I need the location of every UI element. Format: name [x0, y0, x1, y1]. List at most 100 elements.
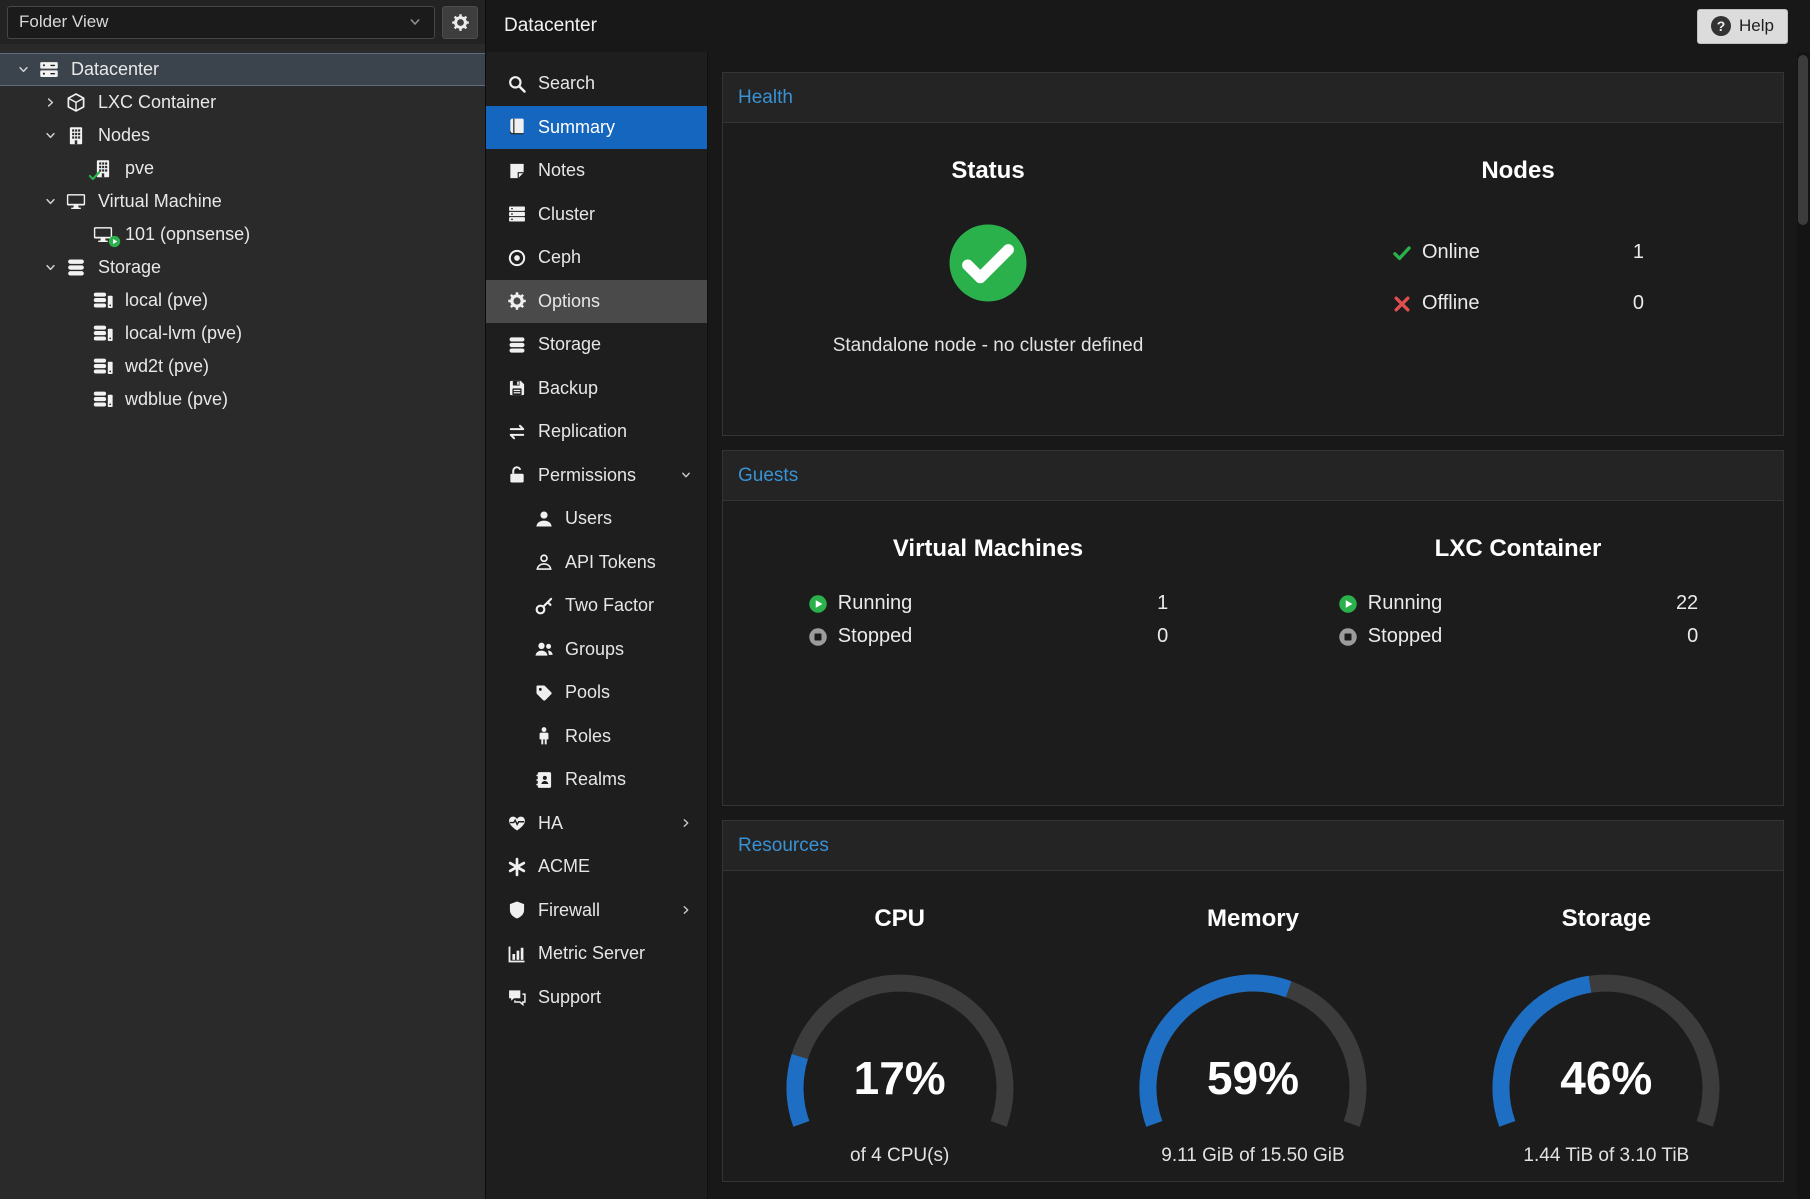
tree-expander-virtual-machine[interactable] — [37, 194, 63, 209]
resource-storage: Storage46%1.44 TiB of 3.10 TiB — [1430, 871, 1783, 1181]
tree-item-local-pve[interactable]: local (pve) — [0, 284, 485, 317]
nav-item-storage[interactable]: Storage — [486, 323, 707, 367]
caret-right-icon — [43, 95, 58, 110]
floppy-icon — [507, 378, 527, 398]
tree-item-101-opnsense[interactable]: 101 (opnsense) — [0, 218, 485, 251]
nav-item-realms[interactable]: Realms — [486, 758, 707, 802]
nav-item-metric-server[interactable]: Metric Server — [486, 932, 707, 976]
comments-icon — [507, 987, 527, 1007]
nav-item-groups[interactable]: Groups — [486, 628, 707, 672]
play-circle-icon — [808, 594, 828, 614]
tree-expander-nodes[interactable] — [37, 128, 63, 143]
guest-status-label: Stopped — [838, 625, 913, 648]
check-icon — [88, 169, 101, 182]
tree-item-label: Virtual Machine — [98, 191, 222, 212]
tree-item-datacenter[interactable]: Datacenter — [0, 53, 485, 86]
guest-status-label: Running — [838, 592, 913, 615]
tree-settings-button[interactable] — [442, 6, 478, 39]
resource-title: Storage — [1562, 905, 1651, 933]
chart-icon — [506, 944, 527, 964]
guests-panel-title: Guests — [738, 465, 798, 487]
gear-icon — [451, 13, 470, 32]
database-drive-icon — [92, 389, 114, 410]
database-drive-icon — [92, 356, 114, 377]
guest-group-title: Virtual Machines — [893, 535, 1083, 563]
resource-tree-panel: Folder View Datacenter LXC Container Nodes… — [0, 0, 486, 1199]
scrollbar-thumb[interactable] — [1798, 55, 1808, 225]
nav-item-pools[interactable]: Pools — [486, 671, 707, 715]
nav-item-firewall[interactable]: Firewall — [486, 889, 707, 933]
nav-item-api-tokens[interactable]: API Tokens — [486, 541, 707, 585]
tree-item-storage[interactable]: Storage — [0, 251, 485, 284]
nav-item-ceph[interactable]: Ceph — [486, 236, 707, 280]
nav-item-search[interactable]: Search — [486, 62, 707, 106]
display-icon — [65, 191, 89, 212]
view-mode-select[interactable]: Folder View — [7, 6, 435, 39]
tree-expander-storage[interactable] — [37, 260, 63, 275]
tree-item-pve[interactable]: pve — [0, 152, 485, 185]
tree-expander-lxc-container[interactable] — [37, 95, 63, 110]
nav-item-label: Search — [538, 73, 595, 94]
play-circle-icon — [1338, 594, 1358, 614]
nav-item-cluster[interactable]: Cluster — [486, 193, 707, 237]
tree-item-label: local-lvm (pve) — [125, 323, 242, 344]
comments-icon — [506, 987, 527, 1007]
database-drive-icon — [92, 389, 116, 410]
nav-item-two-factor[interactable]: Two Factor — [486, 584, 707, 628]
nav-item-ha[interactable]: HA — [486, 802, 707, 846]
tree-item-virtual-machine[interactable]: Virtual Machine — [0, 185, 485, 218]
tree-item-label: local (pve) — [125, 290, 208, 311]
tree-expander-datacenter[interactable] — [10, 62, 36, 77]
xmark-icon — [1392, 294, 1412, 314]
nav-item-label: Pools — [565, 682, 610, 703]
tag-icon — [533, 683, 554, 703]
burst-icon — [506, 857, 527, 877]
guest-status-rows: Running1Stopped0 — [808, 587, 1168, 653]
nav-item-support[interactable]: Support — [486, 976, 707, 1020]
tree-item-wd2t-pve[interactable]: wd2t (pve) — [0, 350, 485, 383]
nav-item-label: Metric Server — [538, 943, 645, 964]
building-icon — [65, 125, 89, 146]
users-icon — [533, 639, 554, 659]
stop-circle-icon — [1338, 627, 1358, 647]
guest-status-row-stopped: Stopped0 — [808, 620, 1168, 653]
nav-item-summary[interactable]: Summary — [486, 106, 707, 150]
gauge-percent: 46% — [1456, 1051, 1756, 1105]
cube-icon — [65, 92, 89, 113]
tree-item-label: Nodes — [98, 125, 150, 146]
database-icon — [507, 335, 527, 355]
tree-item-local-lvm-pve[interactable]: local-lvm (pve) — [0, 317, 485, 350]
help-button[interactable]: ? Help — [1697, 9, 1788, 44]
node-status-label: Offline — [1422, 292, 1479, 315]
resource-memory: Memory59%9.11 GiB of 15.50 GiB — [1076, 871, 1429, 1181]
tree-item-wdblue-pve[interactable]: wdblue (pve) — [0, 383, 485, 416]
cluster-icon — [507, 204, 527, 224]
nav-item-label: Support — [538, 987, 601, 1008]
resource-caption: of 4 CPU(s) — [850, 1145, 949, 1167]
nav-item-backup[interactable]: Backup — [486, 367, 707, 411]
nav-item-replication[interactable]: Replication — [486, 410, 707, 454]
tree-item-nodes[interactable]: Nodes — [0, 119, 485, 152]
guests-panel-body: Virtual MachinesRunning1Stopped0LXC Cont… — [723, 501, 1783, 805]
user-o-icon — [533, 552, 554, 572]
nav-item-options[interactable]: Options — [486, 280, 707, 324]
status-message: Standalone node - no cluster defined — [833, 335, 1144, 357]
nav-item-permissions[interactable]: Permissions — [486, 454, 707, 498]
nav-item-users[interactable]: Users — [486, 497, 707, 541]
cube-icon — [65, 92, 87, 113]
nav-item-roles[interactable]: Roles — [486, 715, 707, 759]
shield-icon — [507, 900, 527, 920]
nav-item-label: Storage — [538, 334, 601, 355]
nav-item-acme[interactable]: ACME — [486, 845, 707, 889]
guests-panel-header: Guests — [723, 451, 1783, 501]
nav-item-notes[interactable]: Notes — [486, 149, 707, 193]
tree-item-label: LXC Container — [98, 92, 216, 113]
guest-status-row-running: Running1 — [808, 587, 1168, 620]
note-icon — [507, 161, 527, 181]
caret-down-icon — [43, 128, 58, 143]
burst-icon — [507, 857, 527, 877]
vertical-scrollbar[interactable] — [1797, 52, 1810, 1199]
tree-item-label: 101 (opnsense) — [125, 224, 250, 245]
tree-item-lxc-container[interactable]: LXC Container — [0, 86, 485, 119]
stop-circle-icon — [1338, 627, 1358, 647]
